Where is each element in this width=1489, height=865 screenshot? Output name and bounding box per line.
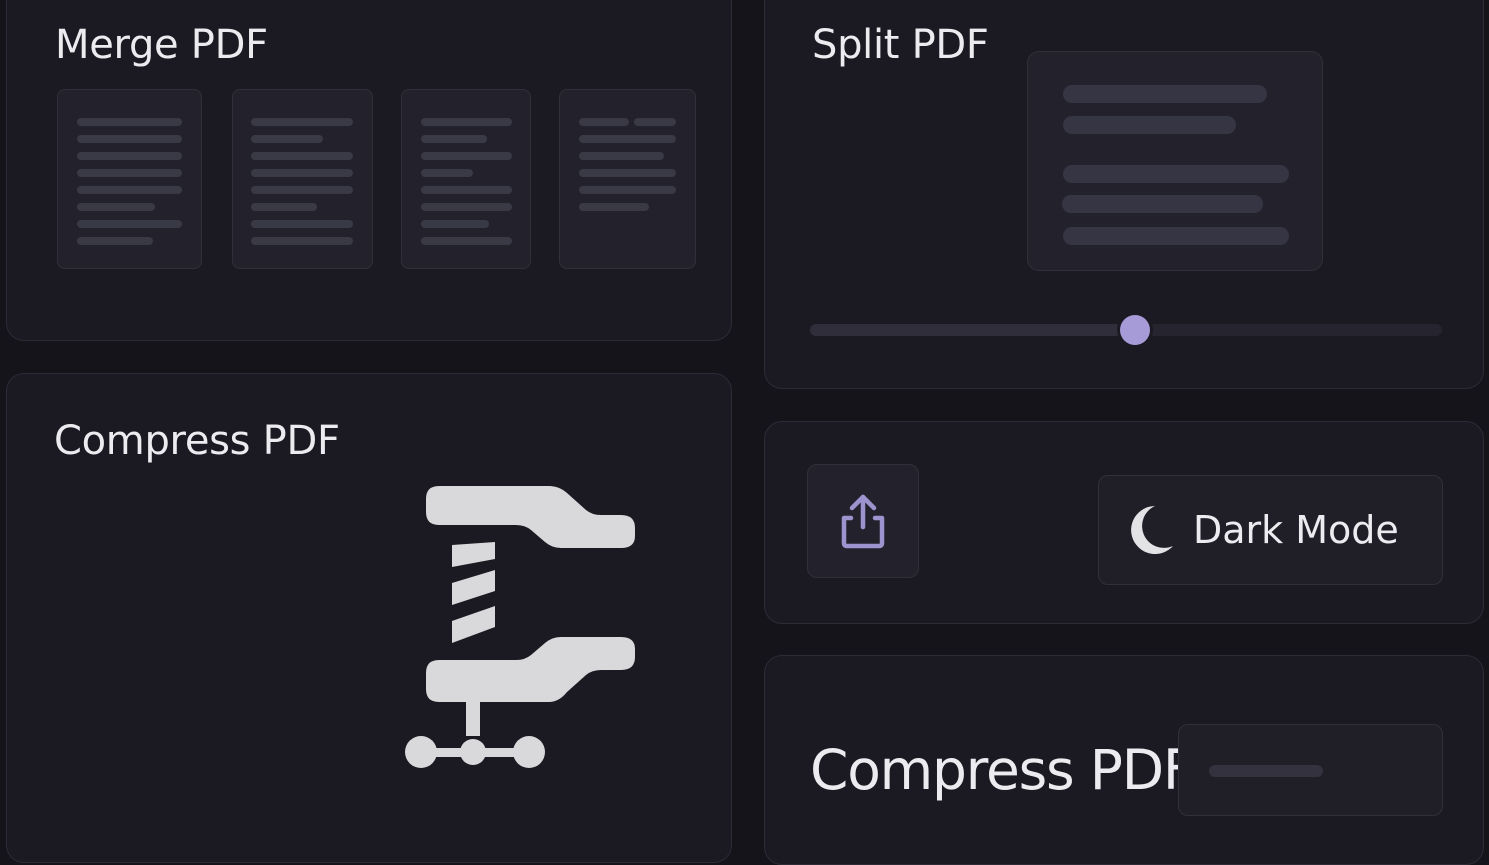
doc-line bbox=[77, 237, 153, 245]
merge-doc-thumbnail-4[interactable] bbox=[559, 89, 696, 269]
doc-line bbox=[77, 220, 182, 228]
share-button[interactable] bbox=[807, 464, 919, 578]
share-upload-icon bbox=[841, 494, 885, 549]
compress-footer-title: Compress PDF bbox=[810, 738, 1195, 802]
merge-doc-thumbnail-2[interactable] bbox=[232, 89, 373, 269]
slider-fill bbox=[810, 324, 1136, 336]
doc-line bbox=[421, 220, 489, 228]
doc-line bbox=[251, 237, 353, 245]
doc-line bbox=[421, 237, 512, 245]
merge-doc-thumbnail-1[interactable] bbox=[57, 89, 202, 269]
input-placeholder-bar bbox=[1209, 765, 1323, 777]
preview-line bbox=[1063, 227, 1289, 245]
preview-line bbox=[1063, 116, 1236, 134]
doc-line bbox=[251, 135, 323, 143]
merge-pdf-card[interactable]: Merge PDF bbox=[6, 0, 732, 341]
compress-pdf-title: Compress PDF bbox=[54, 418, 340, 464]
doc-line bbox=[579, 135, 676, 143]
preview-line bbox=[1063, 85, 1267, 103]
doc-line bbox=[634, 118, 676, 126]
compress-footer-card[interactable]: Compress PDF bbox=[764, 655, 1484, 865]
doc-line bbox=[77, 135, 182, 143]
doc-line bbox=[77, 169, 182, 177]
doc-line bbox=[251, 152, 353, 160]
dark-mode-toggle[interactable]: Dark Mode bbox=[1098, 475, 1443, 585]
doc-line bbox=[421, 203, 512, 211]
preview-line bbox=[1063, 165, 1289, 183]
doc-line bbox=[421, 118, 512, 126]
slider-thumb[interactable] bbox=[1120, 315, 1151, 345]
doc-line bbox=[251, 203, 317, 211]
merge-pdf-title: Merge PDF bbox=[55, 22, 268, 68]
doc-line bbox=[579, 152, 664, 160]
merge-doc-thumbnail-3[interactable] bbox=[401, 89, 531, 269]
actions-card: Dark Mode bbox=[764, 421, 1484, 624]
split-page-preview bbox=[1027, 51, 1323, 271]
doc-line bbox=[579, 169, 676, 177]
doc-line bbox=[421, 169, 473, 177]
split-pdf-card[interactable]: Split PDF bbox=[764, 0, 1484, 389]
dark-mode-label: Dark Mode bbox=[1193, 508, 1399, 552]
compress-pdf-card[interactable]: Compress PDF bbox=[6, 373, 732, 863]
clamp-compress-icon bbox=[405, 486, 635, 768]
doc-line bbox=[77, 203, 155, 211]
doc-line bbox=[251, 186, 353, 194]
doc-line bbox=[77, 118, 182, 126]
doc-line bbox=[421, 186, 512, 194]
doc-line bbox=[579, 203, 649, 211]
doc-line bbox=[421, 152, 512, 160]
compress-input-field[interactable] bbox=[1178, 724, 1443, 816]
doc-line bbox=[579, 186, 676, 194]
doc-line bbox=[579, 118, 629, 126]
preview-line bbox=[1062, 195, 1263, 213]
split-range-slider[interactable] bbox=[810, 315, 1442, 345]
doc-line bbox=[421, 135, 487, 143]
doc-line bbox=[77, 152, 182, 160]
doc-line bbox=[77, 186, 182, 194]
moon-icon bbox=[1131, 506, 1173, 554]
split-pdf-title: Split PDF bbox=[812, 22, 989, 68]
doc-line bbox=[251, 169, 353, 177]
doc-line bbox=[251, 220, 353, 228]
doc-line bbox=[251, 118, 353, 126]
